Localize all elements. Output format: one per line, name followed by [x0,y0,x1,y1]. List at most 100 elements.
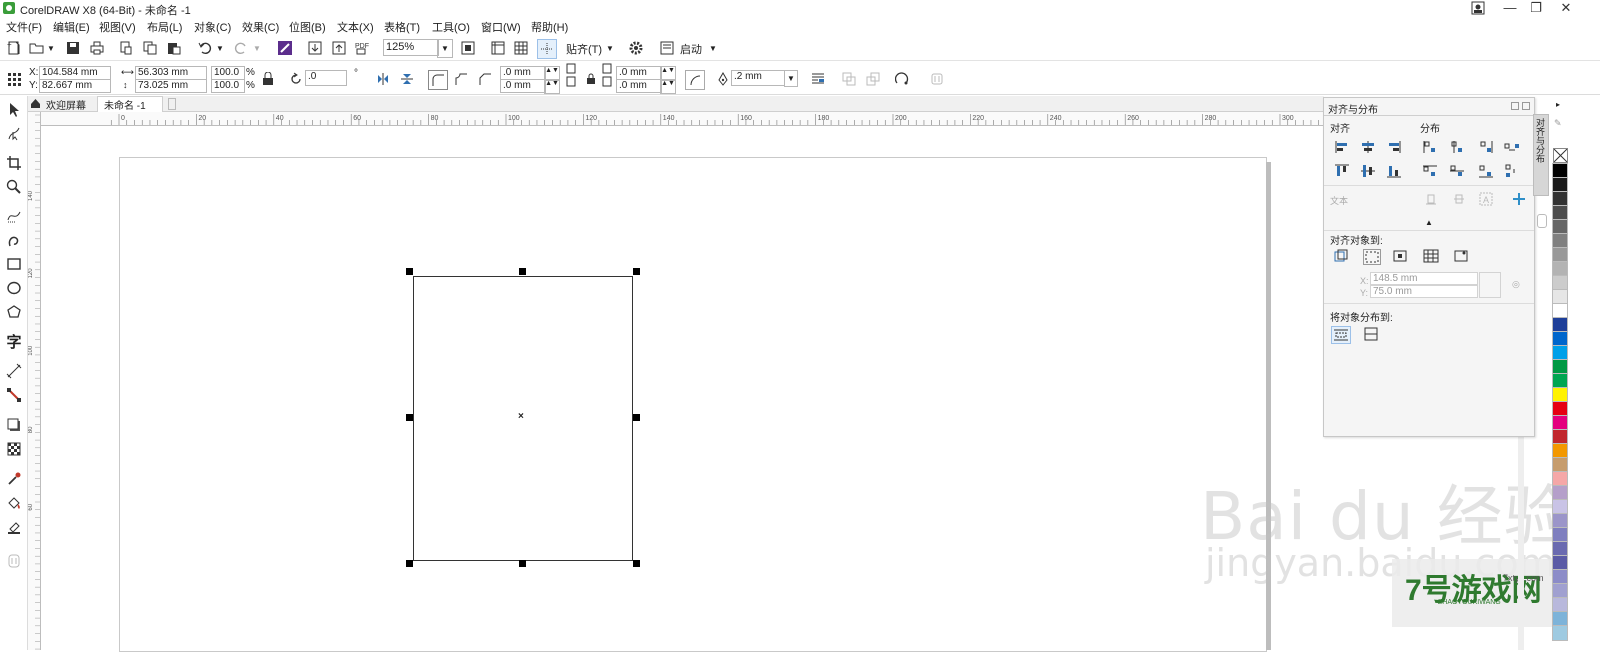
selection-handle-right[interactable] [633,414,640,421]
show-grid-icon[interactable] [512,39,530,57]
menu-effects[interactable]: 效果(C) [242,19,279,35]
align-x-field[interactable]: 148.5 mm [1370,272,1478,285]
snap-to-menu[interactable]: 贴齐(T) [566,41,602,57]
height-field[interactable]: 73.025 mm [135,79,207,93]
docker-collapse-icon[interactable] [1511,102,1519,110]
center-marker-icon[interactable]: × [518,411,524,422]
convert-to-curves-icon[interactable] [893,70,911,88]
copy-icon[interactable] [141,39,159,57]
home-icon[interactable] [30,98,41,112]
smart-fill-icon[interactable] [4,517,24,537]
corner-radius-top-right[interactable]: .0 mm [616,66,662,80]
undo-dropdown-icon[interactable]: ▼ [216,44,224,53]
scale-y-field[interactable]: 100.0 [211,79,245,93]
menu-tools[interactable]: 工具(O) [432,19,470,35]
align-to-active-objects-icon[interactable] [1333,249,1349,263]
docker-close-icon[interactable] [1522,102,1530,110]
round-corner-icon[interactable] [428,70,448,90]
align-to-page-edge-icon[interactable] [1363,249,1381,265]
paste-icon[interactable] [165,39,183,57]
quick-customize-icon[interactable] [4,551,24,571]
distribute-top-icon[interactable] [1422,164,1438,178]
transparency-tool-icon[interactable] [4,439,24,459]
distribute-spacing-h-icon[interactable] [1504,140,1520,154]
selection-handle-bottom[interactable] [519,560,526,567]
mirror-horizontal-icon[interactable] [374,70,392,88]
tab-welcome-screen[interactable]: 欢迎屏幕 [46,97,86,112]
to-back-icon[interactable] [864,70,882,88]
color-palette[interactable] [1552,113,1568,650]
vertical-ruler[interactable]: 140 120 100 80 60 [28,112,41,650]
zoom-tool-icon[interactable] [4,177,24,197]
menu-file[interactable]: 文件(F) [6,19,42,35]
outline-width-field[interactable]: .2 mm [731,70,785,86]
align-center-vertical-icon[interactable] [1360,164,1376,178]
distribute-to-selection-icon[interactable] [1331,326,1351,344]
horizontal-ruler[interactable]: 0 20 40 60 80 100 120 140 160 180 200 220 240 260 280 3… [40,112,1324,126]
connector-tool-icon[interactable] [4,385,24,405]
selection-handle-bottom-right[interactable] [633,560,640,567]
chamfered-corner-icon[interactable] [476,70,494,88]
align-to-specified-point-icon[interactable] [1453,249,1469,263]
drop-shadow-icon[interactable] [4,415,24,435]
mirror-vertical-icon[interactable] [398,70,416,88]
corner-spinner-icon[interactable]: ▲▼ [544,79,560,94]
align-to-grid-icon[interactable] [1423,249,1439,263]
align-to-page-center-icon[interactable] [1392,249,1408,263]
menu-bitmap[interactable]: 位图(B) [289,19,326,35]
color-swatch[interactable] [1552,625,1568,641]
export-icon[interactable] [330,39,348,57]
freehand-tool-icon[interactable] [4,206,24,226]
open-dropdown-icon[interactable]: ▼ [47,44,55,53]
artistic-media-icon[interactable] [4,230,24,250]
align-bottom-icon[interactable] [1386,164,1402,178]
zoom-level-field[interactable]: 125% [383,39,439,56]
wrap-text-icon[interactable] [809,70,827,88]
interactive-fill-icon[interactable] [4,493,24,513]
collapse-arrow-icon[interactable]: ▲ [1425,218,1433,227]
docker-side-tab-label[interactable]: 对齐与分布 [1535,118,1545,163]
publish-pdf-icon[interactable]: PDF [354,39,372,57]
search-content-icon[interactable] [276,39,294,57]
open-folder-icon[interactable] [28,39,46,57]
distribute-center-v-icon[interactable] [1449,164,1465,178]
distribute-left-icon[interactable] [1422,140,1438,154]
redo-dropdown-icon[interactable]: ▼ [253,44,261,53]
text-line-icon[interactable] [1452,192,1468,206]
application-launcher-icon[interactable] [658,39,676,57]
scalloped-corner-icon[interactable] [452,70,470,88]
align-top-icon[interactable] [1334,164,1350,178]
align-point-lock-icon[interactable]: ◎ [1512,279,1520,290]
corner-link-right-icon[interactable] [598,63,616,87]
relative-corner-scaling-icon[interactable] [685,70,705,90]
parallel-dimension-icon[interactable] [4,361,24,381]
x-position-field[interactable]: 104.584 mm [39,66,111,80]
menu-window[interactable]: 窗口(W) [481,19,521,35]
corner-radius-top-left[interactable]: .0 mm [500,66,546,80]
text-bbox-icon[interactable]: A [1479,192,1495,206]
lock-ratio-icon[interactable] [259,70,277,88]
rectangle-tool-icon[interactable] [4,254,24,274]
redo-icon[interactable] [232,39,250,57]
shape-tool-icon[interactable] [4,124,24,144]
selection-handle-left[interactable] [406,414,413,421]
undo-icon[interactable] [196,39,214,57]
menu-table[interactable]: 表格(T) [384,19,420,35]
tab-document[interactable]: 未命名 -1 [104,97,146,112]
align-point-spinners[interactable] [1479,272,1501,298]
object-origin-icon[interactable] [5,70,23,88]
text-baseline-icon[interactable] [1424,192,1440,206]
save-icon[interactable] [64,39,82,57]
drawing-page[interactable] [119,157,1267,652]
align-right-icon[interactable] [1386,140,1402,154]
to-front-icon[interactable] [840,70,858,88]
menu-text[interactable]: 文本(X) [337,19,374,35]
new-tab-icon[interactable] [168,98,176,110]
print-icon[interactable] [88,39,106,57]
close-button[interactable]: ✕ [1552,0,1580,16]
options-gear-icon[interactable] [627,39,645,57]
launch-dropdown-icon[interactable]: ▼ [709,44,717,53]
cut-icon[interactable] [117,39,135,57]
add-align-icon[interactable] [1512,192,1528,206]
menu-layout[interactable]: 布局(L) [147,19,182,35]
